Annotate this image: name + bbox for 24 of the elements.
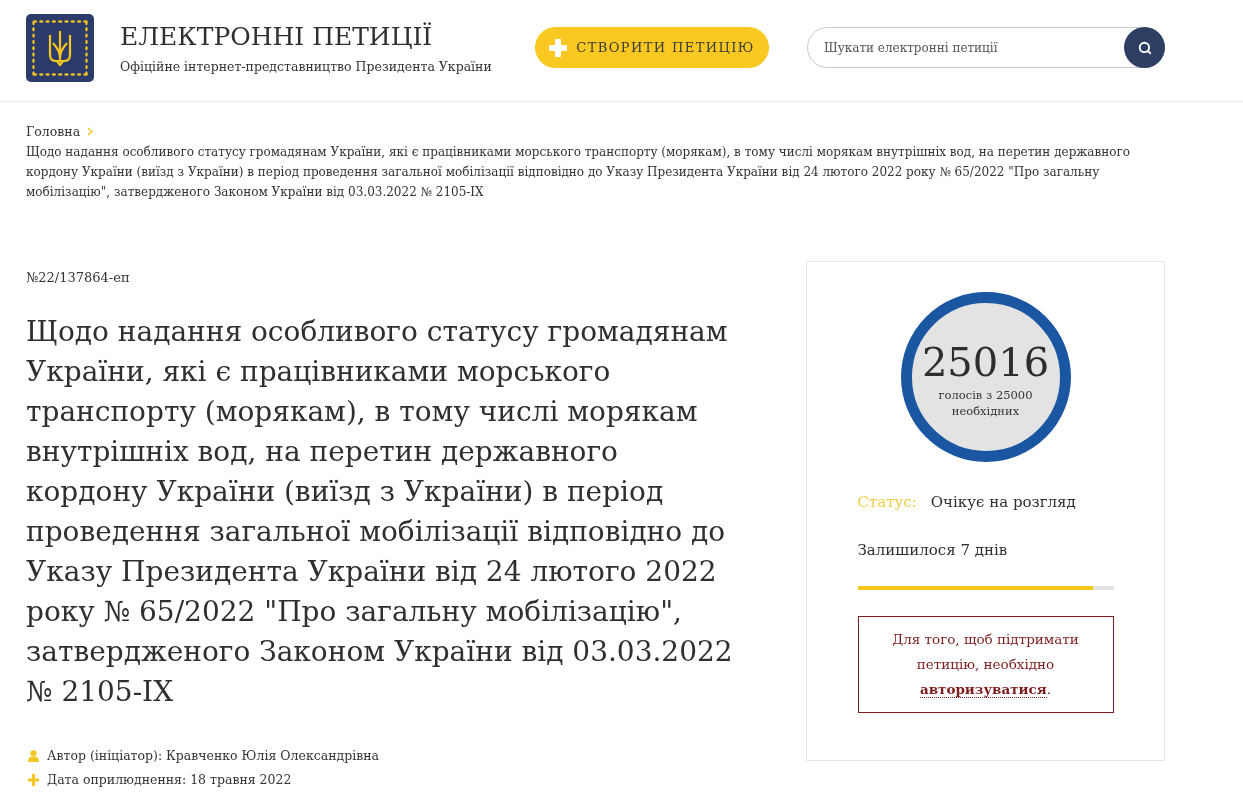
vote-count: 25016 xyxy=(921,339,1050,385)
petition-number: №22/137864-еп xyxy=(26,269,131,287)
date-text: Дата оприлюднення: 18 травня 2022 xyxy=(47,771,292,789)
person-icon xyxy=(28,750,39,762)
chevron-icon xyxy=(87,127,94,136)
create-petition-button[interactable]: СТВОРИТИ ПЕТИЦІЮ xyxy=(535,27,769,68)
plus-icon xyxy=(549,38,568,57)
breadcrumb-link[interactable]: Головна xyxy=(26,124,81,139)
author-text: Автор (ініціатор): Кравченко Юлія Олександрівна xyxy=(47,747,379,765)
days-remaining: Залишилося 7 днів xyxy=(857,541,1009,559)
petition-title: Щодо надання особливого статусу громадянам України, які є працівниками морського транспорту (морякам), в тому числі морякам внутрішніх вод, на перетин державного кордону України (виїзд з України) в період проведення загальної мобілізації відповідно до Указу Президента України від 24 лютого 2022 року № 65/2022 "Про загальну мобілізацію", затвердженого Законом України від 03.03.2022 № 2105-IX xyxy=(26,314,734,710)
status-value: Очікує на розгляд xyxy=(930,493,1076,511)
status-label: Статус: xyxy=(857,493,917,511)
search-button[interactable] xyxy=(1124,27,1165,68)
auth-notice: Для того, щоб підтримати петицію, необхідно авторизуватися. xyxy=(857,616,1114,713)
vote-caption: голосів з 25000 необхідних xyxy=(937,387,1034,419)
breadcrumb-current: Щодо надання особливого статусу громадянам України, які є працівниками морського транспорту (морякам), в тому числі морякам внутрішніх вод, на перетин державного кордону України (виїзд з України) в період проведення загальної мобілізації відповідно до Указу Президента України від 24 лютого 2022 року № 65/2022 "Про загальну мобілізацію", затвердженого Законом України від 03.03.2022 № 2105-IX xyxy=(26,144,1131,201)
emblem-logo[interactable] xyxy=(26,13,94,82)
search-input[interactable]: Шукати електронні петиції xyxy=(824,36,1124,59)
site-subtitle: Офіційне інтернет-представництво Президента України xyxy=(120,58,493,74)
search-icon xyxy=(1137,40,1152,55)
plus-icon xyxy=(28,774,39,786)
login-link[interactable]: авторизуватися xyxy=(919,681,1047,698)
site-title: ЕЛЕКТРОННІ ПЕТИЦІЇ xyxy=(120,21,434,52)
